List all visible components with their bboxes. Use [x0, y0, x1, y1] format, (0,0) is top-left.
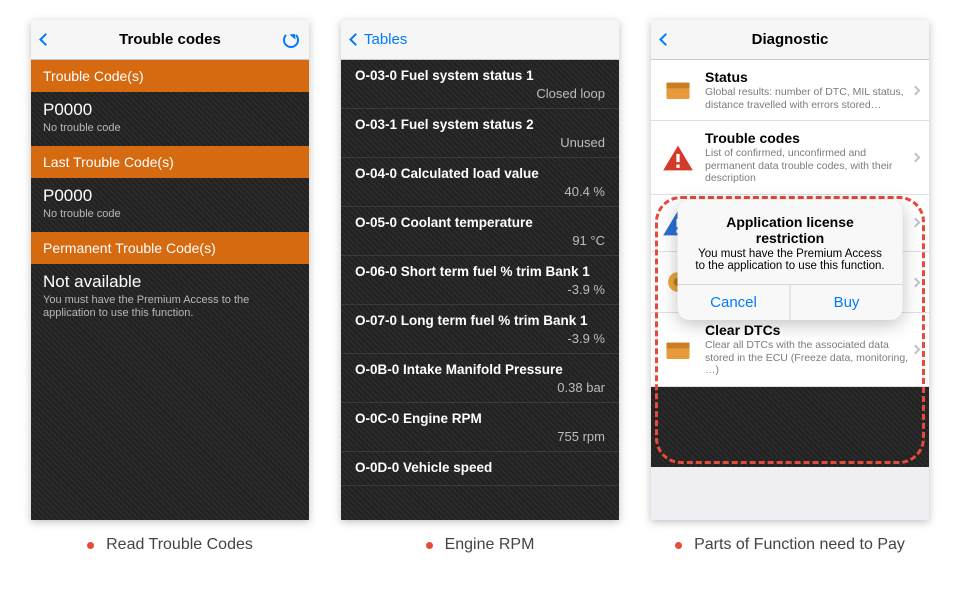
diag-subtitle: Global results: number of DTC, MIL statu… — [705, 86, 912, 111]
param-name: O-05-0 Coolant temperature — [355, 215, 605, 230]
code-row[interactable]: P0000 No trouble code — [31, 178, 309, 232]
section-header: Last Trouble Code(s) — [31, 146, 309, 178]
warn-icon — [659, 139, 697, 177]
param-value: Unused — [355, 135, 605, 150]
code-desc: You must have the Premium Access to the … — [43, 294, 297, 322]
chevron-left-icon — [39, 33, 52, 46]
param-name: O-03-0 Fuel system status 1 — [355, 68, 605, 83]
param-name: O-0D-0 Vehicle speed — [355, 460, 605, 475]
diag-title: Clear DTCs — [705, 322, 912, 338]
chevron-right-icon — [911, 345, 921, 355]
param-name: O-04-0 Calculated load value — [355, 166, 605, 181]
param-value: -3.9 % — [355, 331, 605, 346]
section-header: Permanent Trouble Code(s) — [31, 232, 309, 264]
caption-text: Parts of Function need to Pay — [694, 536, 905, 554]
alert-buttons: Cancel Buy — [678, 284, 903, 320]
param-name: O-06-0 Short term fuel % trim Bank 1 — [355, 264, 605, 279]
param-row[interactable]: O-05-0 Coolant temperature 91 °C — [341, 207, 619, 252]
page-title: Trouble codes — [31, 31, 309, 48]
param-row[interactable]: O-0D-0 Vehicle speed — [341, 452, 619, 482]
buy-button[interactable]: Buy — [790, 285, 903, 320]
separator — [341, 485, 619, 486]
diag-text: StatusGlobal results: number of DTC, MIL… — [705, 69, 912, 111]
param-value: 0.38 bar — [355, 380, 605, 395]
param-row[interactable]: O-03-0 Fuel system status 1 Closed loop — [341, 60, 619, 105]
back-button[interactable] — [661, 35, 674, 44]
page-title: Diagnostic — [651, 31, 929, 48]
code-row[interactable]: Not available You must have the Premium … — [31, 264, 309, 332]
caption: Engine RPM — [341, 536, 619, 554]
alert-message: You must have the Premium Access to the … — [678, 248, 903, 284]
captions-row: Read Trouble Codes Engine RPM Parts of F… — [30, 536, 930, 554]
chevron-left-icon — [349, 33, 362, 46]
chevron-right-icon — [911, 85, 921, 95]
navbar: Tables — [341, 20, 619, 60]
code-desc: No trouble code — [43, 208, 297, 222]
diag-text: Trouble codesList of confirmed, unconfir… — [705, 130, 912, 185]
phone-trouble-codes: Trouble codes Trouble Code(s) P0000 No t… — [31, 20, 309, 520]
alert-dialog: Application license restriction You must… — [678, 200, 903, 320]
back-button[interactable] — [41, 35, 54, 44]
bottom-filler — [651, 387, 929, 467]
diag-title: Trouble codes — [705, 130, 912, 146]
param-row[interactable]: O-06-0 Short term fuel % trim Bank 1 -3.9… — [341, 256, 619, 301]
diag-title: Status — [705, 69, 912, 85]
phone-diagnostic: Diagnostic StatusGlobal results: number … — [651, 20, 929, 520]
caption-text: Read Trouble Codes — [106, 536, 253, 554]
code-row[interactable]: P0000 No trouble code — [31, 92, 309, 146]
refresh-button[interactable] — [283, 32, 299, 48]
param-value: 40.4 % — [355, 184, 605, 199]
bullet-icon — [87, 542, 94, 549]
phone-tables: Tables O-03-0 Fuel system status 1 Closed… — [341, 20, 619, 520]
caption: Read Trouble Codes — [31, 536, 309, 554]
param-value: 91 °C — [355, 233, 605, 248]
chevron-left-icon — [659, 33, 672, 46]
code-value: P0000 — [43, 100, 297, 120]
param-value: Closed loop — [355, 86, 605, 101]
param-value: -3.9 % — [355, 282, 605, 297]
clear-icon — [659, 331, 697, 369]
cancel-button[interactable]: Cancel — [678, 285, 790, 320]
back-label: Tables — [364, 31, 407, 48]
caption-text: Engine RPM — [445, 536, 535, 554]
caption: Parts of Function need to Pay — [651, 536, 929, 554]
param-value: 755 rpm — [355, 429, 605, 444]
param-name: O-07-0 Long term fuel % trim Bank 1 — [355, 313, 605, 328]
bullet-icon — [426, 542, 433, 549]
diag-item[interactable]: Trouble codesList of confirmed, unconfir… — [651, 121, 929, 195]
box-icon — [659, 71, 697, 109]
param-name: O-03-1 Fuel system status 2 — [355, 117, 605, 132]
diag-text: Clear DTCsClear all DTCs with the associ… — [705, 322, 912, 377]
bullet-icon — [675, 542, 682, 549]
refresh-icon — [283, 32, 299, 48]
chevron-right-icon — [911, 277, 921, 287]
param-row[interactable]: O-0B-0 Intake Manifold Pressure 0.38 bar — [341, 354, 619, 399]
chevron-right-icon — [911, 153, 921, 163]
back-button[interactable]: Tables — [351, 31, 407, 48]
diag-item[interactable]: Clear DTCsClear all DTCs with the associ… — [651, 313, 929, 387]
code-value: Not available — [43, 272, 297, 292]
param-row[interactable]: O-0C-0 Engine RPM 755 rpm — [341, 403, 619, 448]
chevron-right-icon — [911, 218, 921, 228]
code-value: P0000 — [43, 186, 297, 206]
param-row[interactable]: O-04-0 Calculated load value 40.4 % — [341, 158, 619, 203]
param-row[interactable]: O-03-1 Fuel system status 2 Unused — [341, 109, 619, 154]
diag-item[interactable]: StatusGlobal results: number of DTC, MIL… — [651, 60, 929, 121]
content: O-03-0 Fuel system status 1Closed loopO-… — [341, 60, 619, 520]
navbar: Trouble codes — [31, 20, 309, 60]
param-row[interactable]: O-07-0 Long term fuel % trim Bank 1 -3.9 … — [341, 305, 619, 350]
alert-title: Application license restriction — [678, 200, 903, 248]
navbar: Diagnostic — [651, 20, 929, 60]
code-desc: No trouble code — [43, 122, 297, 136]
param-name: O-0B-0 Intake Manifold Pressure — [355, 362, 605, 377]
diag-subtitle: List of confirmed, unconfirmed and perma… — [705, 147, 912, 185]
section-header: Trouble Code(s) — [31, 60, 309, 92]
content: Trouble Code(s) P0000 No trouble code La… — [31, 60, 309, 520]
diag-subtitle: Clear all DTCs with the associated data … — [705, 339, 912, 377]
param-name: O-0C-0 Engine RPM — [355, 411, 605, 426]
